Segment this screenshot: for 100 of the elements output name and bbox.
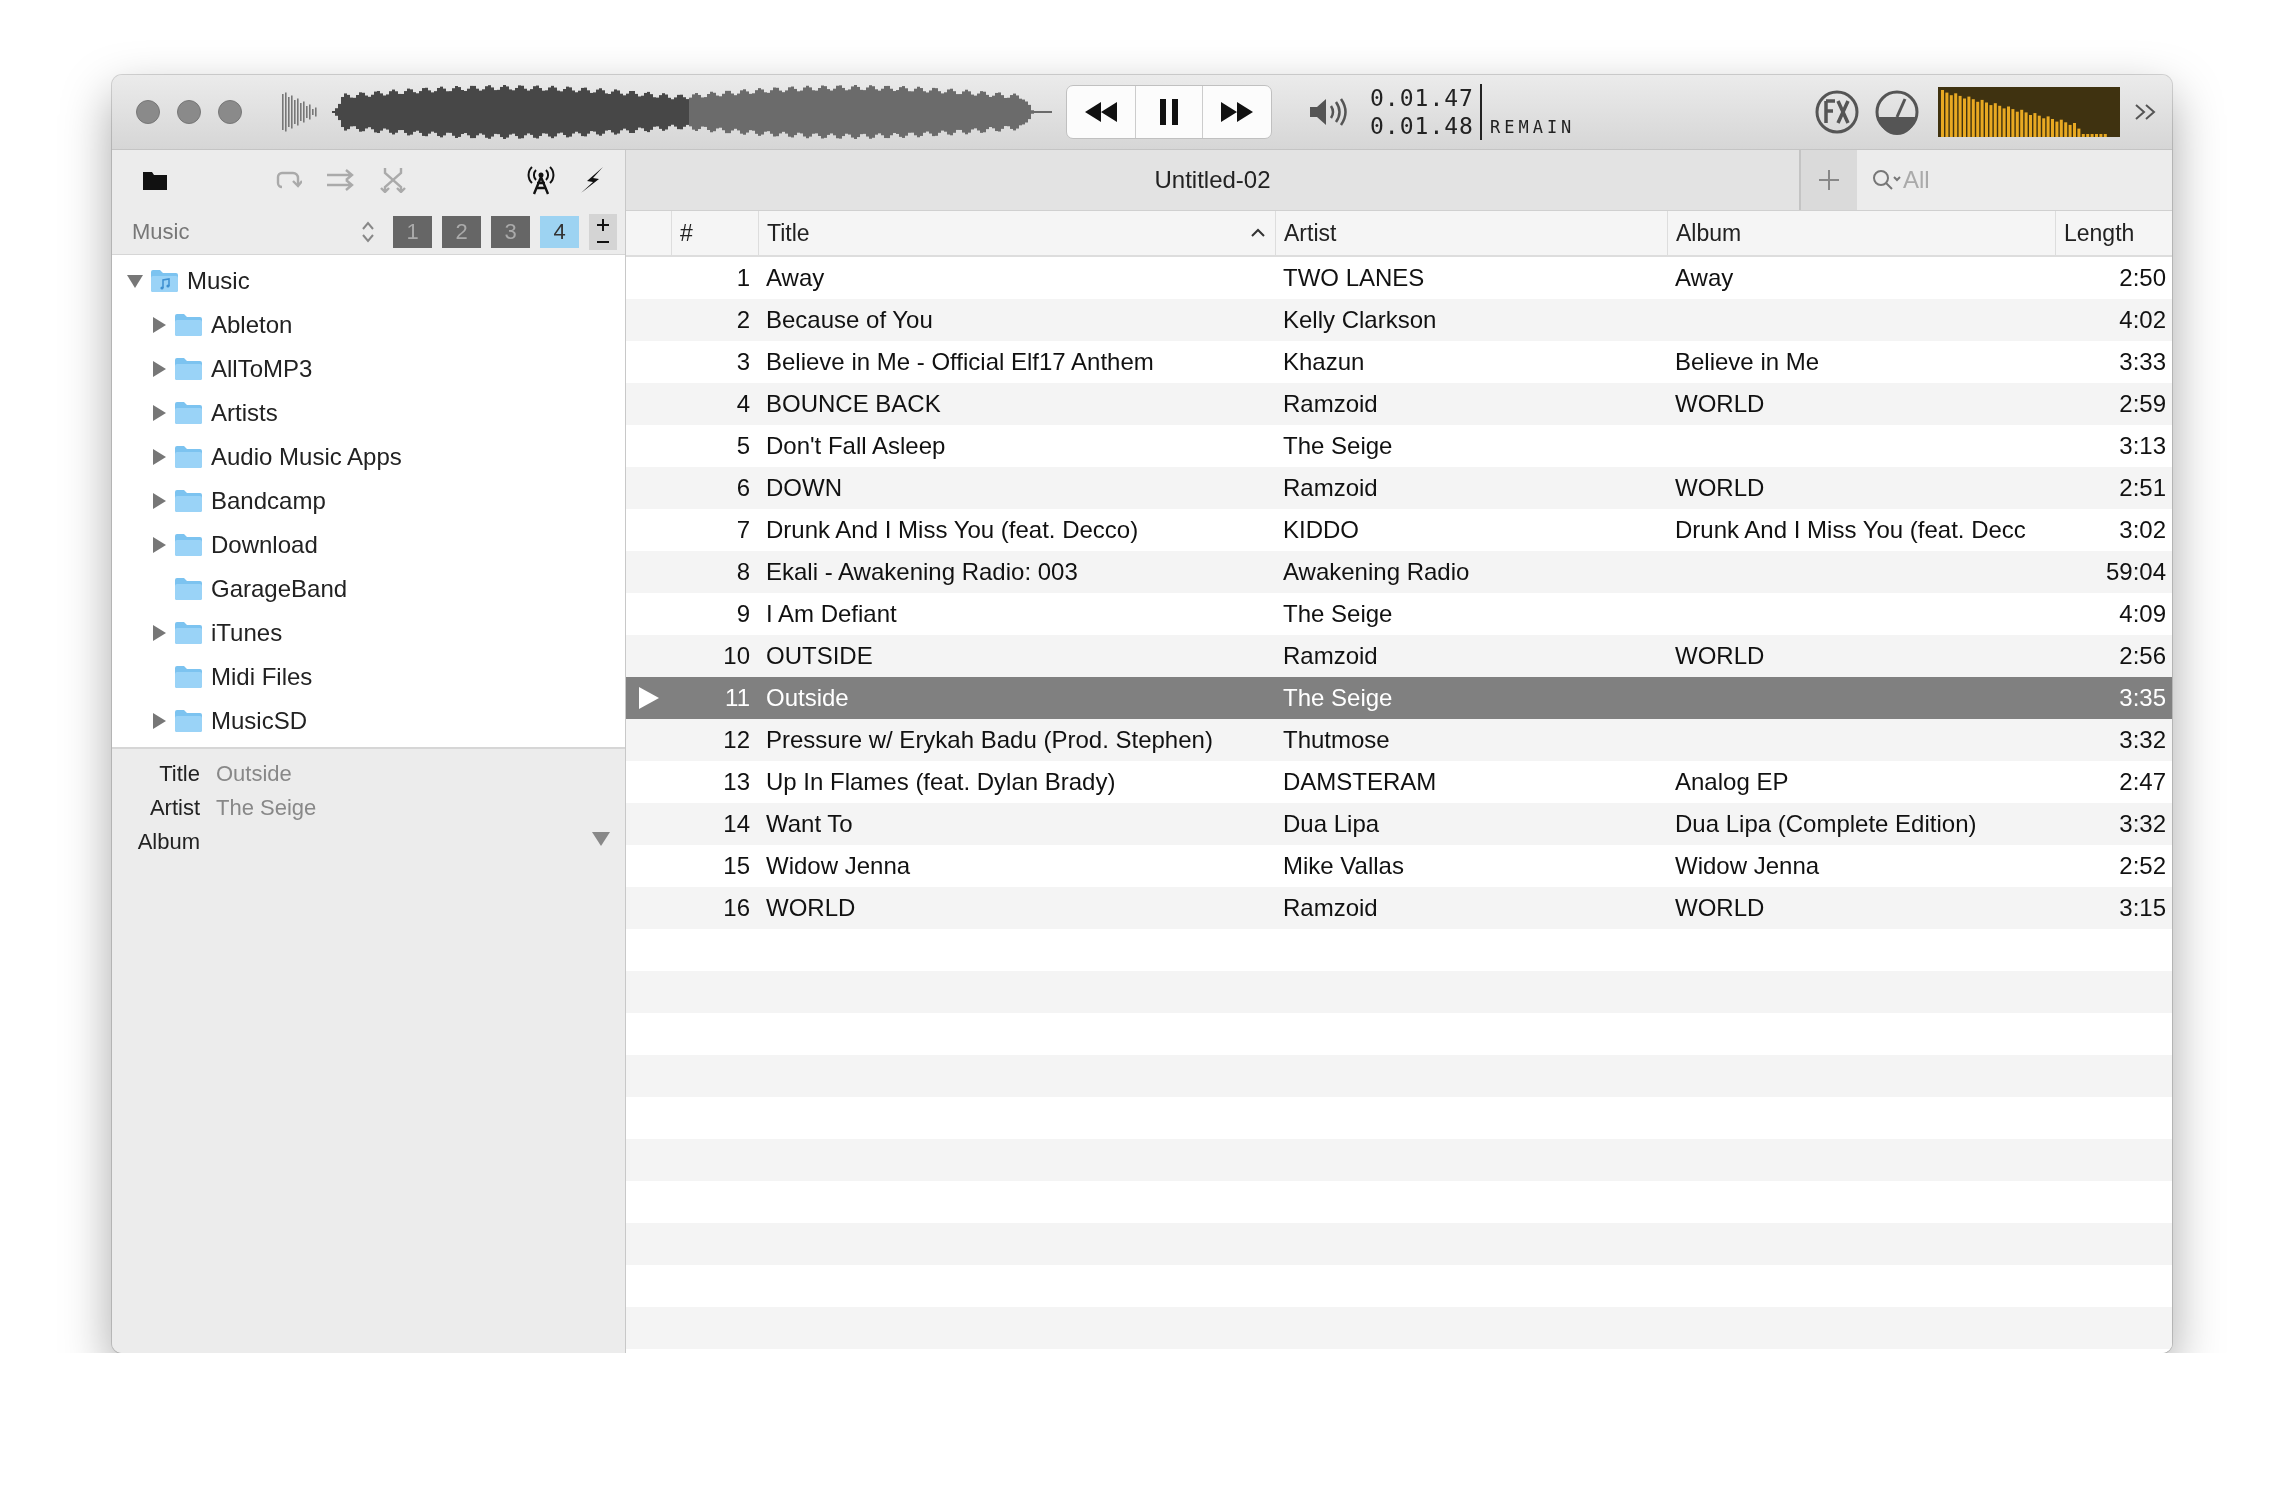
- track-row[interactable]: 10 OUTSIDE Ramzoid WORLD 2:56: [626, 635, 2172, 677]
- folder-icon: [174, 489, 203, 513]
- more-icon[interactable]: [2134, 102, 2158, 122]
- table-cell: Analog EP: [1675, 768, 1789, 796]
- tree-item[interactable]: Midi Files: [112, 655, 625, 699]
- table-cell: Widow Jenna: [1675, 852, 1820, 880]
- table-cell: WORLD: [1675, 894, 1765, 922]
- table-cell: Away: [1675, 264, 1734, 292]
- expand-triangle-icon[interactable]: [150, 536, 168, 554]
- tree-item[interactable]: Ableton: [112, 303, 625, 347]
- minimize-button[interactable]: [177, 100, 201, 124]
- volume-icon[interactable]: [1308, 96, 1348, 128]
- table-cell: Don't Fall Asleep: [766, 432, 946, 460]
- folder-icon[interactable]: [142, 169, 168, 191]
- folder-icon: [174, 621, 203, 645]
- table-cell: Awakening Radio: [1283, 558, 1470, 586]
- gauge-icon[interactable]: [1874, 89, 1920, 135]
- search-field[interactable]: All: [1857, 150, 2172, 210]
- tree-item[interactable]: Audio Music Apps: [112, 435, 625, 479]
- table-cell: 7: [736, 516, 750, 544]
- tree-item[interactable]: Music: [112, 259, 625, 303]
- expand-triangle-icon[interactable]: [150, 448, 168, 466]
- tree-item[interactable]: MusicSD: [112, 699, 625, 743]
- table-cell: DAMSTERAM: [1283, 768, 1437, 796]
- column-header[interactable]: Album: [1667, 211, 2055, 255]
- track-row[interactable]: 9 I Am Defiant The Seige 4:09: [626, 593, 2172, 635]
- plus-icon: [1818, 169, 1840, 191]
- expand-triangle-icon[interactable]: [150, 492, 168, 510]
- column-header[interactable]: Artist: [1275, 211, 1667, 255]
- fast-forward-icon: [1219, 100, 1255, 124]
- table-cell: The Seige: [1283, 684, 1393, 712]
- table-cell: 3:32: [2119, 810, 2166, 838]
- folder-icon: [174, 665, 203, 689]
- track-row[interactable]: 8 Ekali - Awakening Radio: 003 Awakening Radio 59:04: [626, 551, 2172, 593]
- expand-triangle-icon[interactable]: [150, 404, 168, 422]
- table-cell: 2:56: [2119, 642, 2166, 670]
- add-remove-button[interactable]: [589, 214, 617, 250]
- table-cell: 5: [736, 432, 750, 460]
- table-cell: 10: [723, 642, 750, 670]
- track-row[interactable]: 14 Want To Dua Lipa Dua Lipa (Complete Edition) 3:32: [626, 803, 2172, 845]
- track-row[interactable]: 1 Away TWO LANES Away 2:50: [626, 257, 2172, 299]
- antenna-icon[interactable]: [527, 165, 555, 195]
- table-cell: TWO LANES: [1283, 264, 1425, 292]
- track-row[interactable]: 4 BOUNCE BACK Ramzoid WORLD 2:59: [626, 383, 2172, 425]
- tree-item[interactable]: Artists: [112, 391, 625, 435]
- track-row[interactable]: 5 Don't Fall Asleep The Seige 3:13: [626, 425, 2172, 467]
- table-cell: DOWN: [766, 474, 842, 502]
- zoom-button[interactable]: [218, 100, 242, 124]
- track-row[interactable]: 12 Pressure w/ Erykah Badu (Prod. Stephen) Thutmose 3:32: [626, 719, 2172, 761]
- remaining-time: 0.01.48: [1370, 112, 1474, 140]
- tree-item[interactable]: Download: [112, 523, 625, 567]
- tree-item[interactable]: Bandcamp: [112, 479, 625, 523]
- track-row[interactable]: 3 Believe in Me - Official Elf17 Anthem Khazun Believe in Me 3:33: [626, 341, 2172, 383]
- source-selector[interactable]: Music: [132, 219, 375, 245]
- effects-button[interactable]: [1814, 89, 1860, 135]
- table-cell: 4:02: [2119, 306, 2166, 334]
- waveform-seek-bar[interactable]: [332, 82, 1052, 142]
- table-cell: 2:51: [2119, 474, 2166, 502]
- pause-button[interactable]: [1135, 86, 1203, 138]
- playlist-tab[interactable]: 4: [540, 216, 579, 248]
- elapsed-time: 0.01.47: [1370, 84, 1474, 112]
- table-cell: 3:13: [2119, 432, 2166, 460]
- tree-item[interactable]: GarageBand: [112, 567, 625, 611]
- table-cell: 2:52: [2119, 852, 2166, 880]
- collapse-triangle-icon[interactable]: [126, 272, 144, 290]
- table-cell: 9: [736, 600, 750, 628]
- track-row[interactable]: 15 Widow Jenna Mike Vallas Widow Jenna 2:52: [626, 845, 2172, 887]
- close-button[interactable]: [136, 100, 160, 124]
- table-cell: Ramzoid: [1283, 474, 1378, 502]
- track-row[interactable]: 2 Because of You Kelly Clarkson 4:02: [626, 299, 2172, 341]
- table-cell: OUTSIDE: [766, 642, 873, 670]
- expand-triangle-icon[interactable]: [150, 624, 168, 642]
- track-row[interactable]: 7 Drunk And I Miss You (feat. Decco) KIDDO Drunk And I Miss You (feat. Decc 3:02: [626, 509, 2172, 551]
- expand-triangle-icon[interactable]: [150, 712, 168, 730]
- add-button[interactable]: [1799, 150, 1857, 210]
- table-cell: 2:59: [2119, 390, 2166, 418]
- tree-item[interactable]: iTunes: [112, 611, 625, 655]
- table-cell: WORLD: [1675, 390, 1765, 418]
- table-cell: KIDDO: [1283, 516, 1359, 544]
- track-row[interactable]: 16 WORLD Ramzoid WORLD 3:15: [626, 887, 2172, 929]
- table-cell: 6: [736, 474, 750, 502]
- field-label: Album: [136, 828, 200, 856]
- table-cell: 3:33: [2119, 348, 2166, 376]
- column-header[interactable]: Title: [758, 211, 1275, 255]
- expand-triangle-icon[interactable]: [150, 360, 168, 378]
- table-cell: 15: [723, 852, 750, 880]
- field-value: The Seige: [216, 794, 317, 822]
- expand-triangle-icon[interactable]: [150, 316, 168, 334]
- dropdown-triangle-icon[interactable]: [591, 831, 611, 847]
- track-row[interactable]: 6 DOWN Ramzoid WORLD 2:51: [626, 467, 2172, 509]
- folder-icon: [174, 401, 203, 425]
- track-row[interactable]: 11 Outside The Seige 3:35: [626, 677, 2172, 719]
- track-row[interactable]: 13 Up In Flames (feat. Dylan Brady) DAMSTERAM Analog EP 2:47: [626, 761, 2172, 803]
- table-cell: Ramzoid: [1283, 894, 1378, 922]
- table-cell: Thutmose: [1283, 726, 1390, 754]
- column-header[interactable]: Length: [2055, 211, 2172, 255]
- waveform-icon[interactable]: [282, 92, 318, 132]
- column-header[interactable]: #: [671, 211, 758, 255]
- table-cell: Mike Vallas: [1283, 852, 1404, 880]
- tree-item[interactable]: AllToMP3: [112, 347, 625, 391]
